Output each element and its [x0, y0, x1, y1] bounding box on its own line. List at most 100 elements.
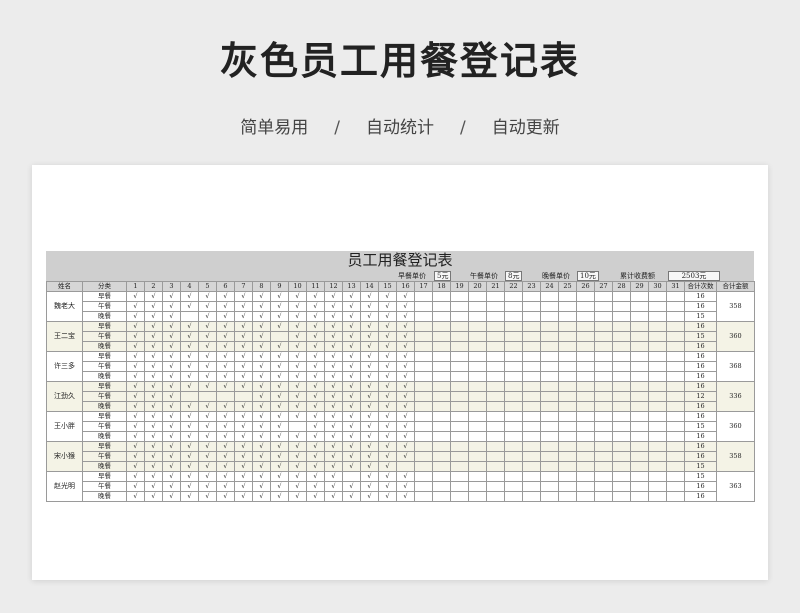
day-cell[interactable]: [648, 321, 667, 332]
day-cell[interactable]: √: [216, 341, 235, 352]
day-cell[interactable]: [648, 311, 667, 322]
day-cell[interactable]: √: [270, 421, 289, 432]
day-cell[interactable]: [432, 401, 451, 412]
day-cell[interactable]: [540, 331, 559, 342]
day-cell[interactable]: [396, 461, 415, 472]
day-cell[interactable]: [468, 471, 487, 482]
day-cell[interactable]: √: [342, 451, 361, 462]
day-cell[interactable]: √: [234, 311, 253, 322]
day-cell[interactable]: [540, 461, 559, 472]
day-cell[interactable]: [414, 361, 433, 372]
day-cell[interactable]: √: [306, 311, 325, 322]
day-cell[interactable]: [648, 331, 667, 342]
day-cell[interactable]: [594, 471, 613, 482]
day-cell[interactable]: √: [378, 461, 397, 472]
day-cell[interactable]: [594, 431, 613, 442]
day-cell[interactable]: [540, 341, 559, 352]
day-cell[interactable]: √: [396, 451, 415, 462]
day-cell[interactable]: [450, 471, 469, 482]
day-cell[interactable]: [576, 341, 595, 352]
day-cell[interactable]: √: [216, 321, 235, 332]
day-cell[interactable]: √: [198, 331, 217, 342]
day-cell[interactable]: [540, 321, 559, 332]
day-cell[interactable]: √: [324, 431, 343, 442]
day-cell[interactable]: √: [252, 331, 271, 342]
day-cell[interactable]: √: [396, 401, 415, 412]
day-cell[interactable]: √: [216, 431, 235, 442]
day-cell[interactable]: [666, 391, 685, 402]
day-cell[interactable]: √: [216, 461, 235, 472]
day-cell[interactable]: √: [306, 491, 325, 502]
day-cell[interactable]: √: [288, 431, 307, 442]
day-cell[interactable]: [522, 291, 541, 302]
day-cell[interactable]: [450, 421, 469, 432]
day-cell[interactable]: [486, 301, 505, 312]
day-cell[interactable]: [486, 401, 505, 412]
day-cell[interactable]: √: [342, 381, 361, 392]
day-cell[interactable]: [522, 481, 541, 492]
day-cell[interactable]: √: [252, 361, 271, 372]
day-cell[interactable]: [666, 311, 685, 322]
day-cell[interactable]: √: [180, 421, 199, 432]
day-cell[interactable]: √: [360, 411, 379, 422]
day-cell[interactable]: [486, 441, 505, 452]
day-cell[interactable]: [540, 311, 559, 322]
day-cell[interactable]: [504, 341, 523, 352]
day-cell[interactable]: [504, 391, 523, 402]
day-cell[interactable]: √: [396, 391, 415, 402]
day-cell[interactable]: [468, 361, 487, 372]
day-cell[interactable]: [450, 401, 469, 412]
day-cell[interactable]: [432, 411, 451, 422]
day-cell[interactable]: √: [270, 321, 289, 332]
day-cell[interactable]: √: [396, 361, 415, 372]
day-cell[interactable]: √: [396, 481, 415, 492]
day-cell[interactable]: [594, 421, 613, 432]
day-cell[interactable]: [648, 491, 667, 502]
day-cell[interactable]: √: [324, 451, 343, 462]
day-cell[interactable]: √: [252, 421, 271, 432]
day-cell[interactable]: [414, 331, 433, 342]
day-cell[interactable]: [558, 371, 577, 382]
day-cell[interactable]: [432, 441, 451, 452]
day-cell[interactable]: √: [342, 321, 361, 332]
day-cell[interactable]: [414, 431, 433, 442]
day-cell[interactable]: √: [162, 381, 181, 392]
day-cell[interactable]: √: [180, 371, 199, 382]
day-cell[interactable]: [522, 351, 541, 362]
day-cell[interactable]: √: [162, 441, 181, 452]
day-cell[interactable]: [540, 401, 559, 412]
day-cell[interactable]: [468, 421, 487, 432]
day-cell[interactable]: √: [252, 341, 271, 352]
day-cell[interactable]: [630, 471, 649, 482]
day-cell[interactable]: [414, 401, 433, 412]
day-cell[interactable]: [666, 461, 685, 472]
day-cell[interactable]: [630, 491, 649, 502]
day-cell[interactable]: [450, 371, 469, 382]
day-cell[interactable]: √: [270, 361, 289, 372]
day-cell[interactable]: [414, 321, 433, 332]
day-cell[interactable]: [576, 311, 595, 322]
day-cell[interactable]: √: [342, 391, 361, 402]
total-fee-value[interactable]: 2503元: [668, 271, 720, 281]
day-cell[interactable]: √: [216, 381, 235, 392]
day-cell[interactable]: [594, 341, 613, 352]
day-cell[interactable]: [414, 461, 433, 472]
day-cell[interactable]: [486, 351, 505, 362]
day-cell[interactable]: [630, 481, 649, 492]
day-cell[interactable]: [630, 411, 649, 422]
day-cell[interactable]: √: [162, 421, 181, 432]
day-cell[interactable]: [468, 431, 487, 442]
day-cell[interactable]: √: [306, 391, 325, 402]
day-cell[interactable]: [504, 401, 523, 412]
day-cell[interactable]: √: [144, 291, 163, 302]
day-cell[interactable]: √: [324, 341, 343, 352]
day-cell[interactable]: √: [216, 441, 235, 452]
day-cell[interactable]: √: [252, 461, 271, 472]
day-cell[interactable]: [180, 311, 199, 322]
day-cell[interactable]: √: [234, 441, 253, 452]
day-cell[interactable]: [540, 481, 559, 492]
day-cell[interactable]: [666, 371, 685, 382]
day-cell[interactable]: [522, 431, 541, 442]
employee-name[interactable]: 王小胖: [46, 411, 83, 442]
day-cell[interactable]: [540, 451, 559, 462]
